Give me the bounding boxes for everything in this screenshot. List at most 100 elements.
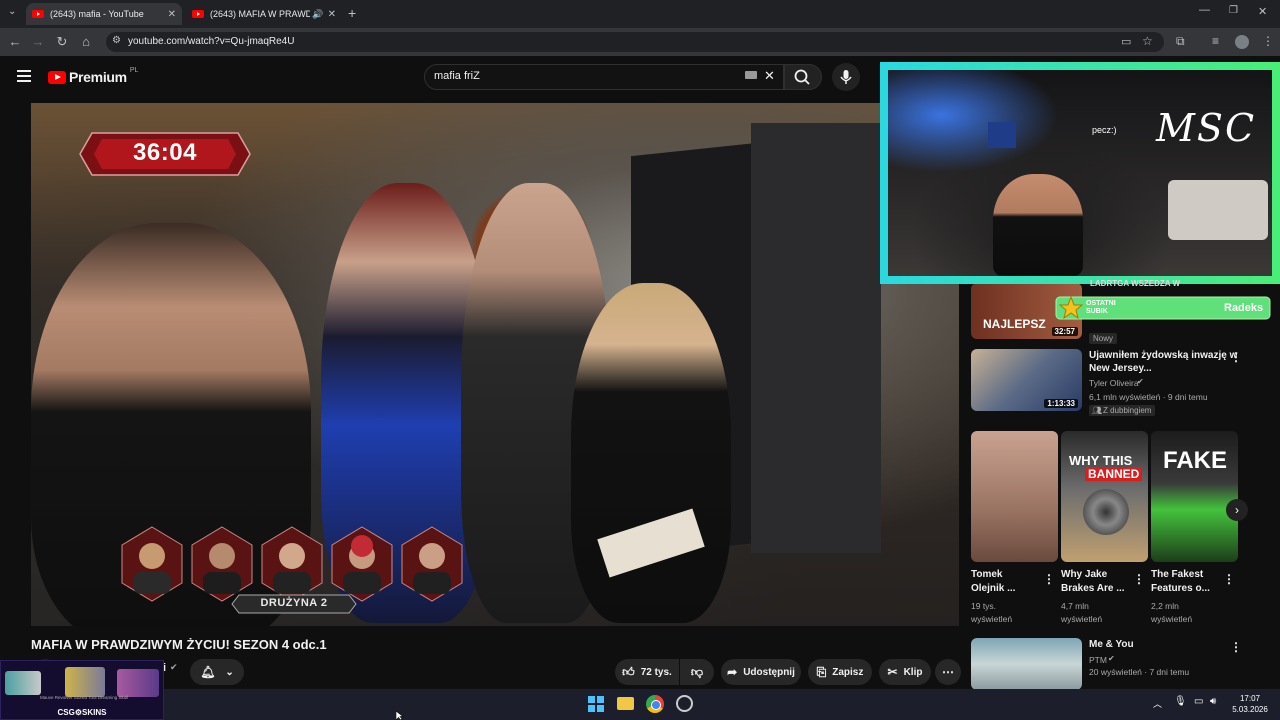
home-icon[interactable]: ⌂ bbox=[76, 32, 96, 52]
share-button[interactable]: ➦ Udostępnij bbox=[721, 659, 801, 685]
tray-chevron-icon[interactable]: ︿ bbox=[1153, 697, 1162, 710]
minimize-icon[interactable]: — bbox=[1199, 4, 1210, 16]
team-label: DRUŻYNA 2 bbox=[260, 597, 328, 609]
close-tab-icon[interactable]: ✕ bbox=[168, 9, 176, 20]
more-horizontal-icon: ⋯ bbox=[942, 665, 954, 679]
close-tab-icon[interactable]: ✕ bbox=[328, 9, 336, 20]
video-thumbnail[interactable]: 1:13:33 bbox=[971, 349, 1082, 411]
more-options-icon[interactable]: ⋮ bbox=[1230, 640, 1242, 654]
brake-disc-image bbox=[1083, 489, 1129, 535]
short-title[interactable]: Why Jake bbox=[1061, 568, 1107, 582]
keyboard-icon[interactable] bbox=[745, 71, 757, 79]
short-title-line2[interactable]: Brakes Are ... bbox=[1061, 582, 1125, 596]
tray-microphone-icon[interactable]: 🎙︎ bbox=[1174, 696, 1187, 707]
site-info-icon[interactable]: ⚙ bbox=[112, 35, 121, 46]
cast-icon[interactable]: ▭ bbox=[1121, 35, 1131, 48]
close-window-icon[interactable]: ✕ bbox=[1258, 5, 1267, 18]
more-options-icon[interactable]: ⋮ bbox=[1043, 572, 1055, 586]
more-options-icon[interactable]: ⋮ bbox=[1133, 572, 1145, 586]
more-options-icon[interactable]: ⋮ bbox=[1223, 572, 1235, 586]
forward-arrow-icon[interactable]: → bbox=[28, 32, 48, 52]
url-text[interactable]: youtube.com/watch?v=Qu-jmaqRe4U bbox=[128, 36, 294, 47]
related-video-title[interactable]: Ujawniłem żydowską inwazję w bbox=[1089, 349, 1237, 363]
voice-search-button[interactable] bbox=[832, 63, 860, 91]
like-count: 72 tys. bbox=[640, 666, 672, 678]
restore-icon[interactable]: ❐ bbox=[1229, 5, 1238, 16]
youtube-favicon-icon bbox=[192, 10, 204, 18]
related-video-title-line2[interactable]: New Jersey... bbox=[1089, 362, 1152, 376]
menu-kebab-icon[interactable]: ⋮ bbox=[1262, 34, 1274, 48]
related-video-title[interactable]: Me & You bbox=[1089, 638, 1134, 652]
thumbnail-text: BANNED bbox=[1085, 467, 1143, 481]
clip-button[interactable]: ✂ Klip bbox=[879, 659, 931, 685]
skin-item-image bbox=[117, 669, 159, 697]
speaker-icon[interactable]: 🔊 bbox=[312, 9, 323, 20]
reading-list-icon[interactable]: ≡ bbox=[1212, 34, 1219, 48]
back-arrow-icon[interactable]: ← bbox=[5, 32, 25, 52]
short-thumbnail[interactable]: WHY THIS BANNED bbox=[1061, 431, 1148, 562]
shelf-next-button[interactable]: › bbox=[1226, 499, 1248, 521]
sofa bbox=[1168, 180, 1268, 240]
extensions-icon[interactable]: ⧉ bbox=[1176, 34, 1185, 49]
save-button[interactable]: ⎘ Zapisz bbox=[808, 659, 872, 685]
short-title[interactable]: Tomek bbox=[971, 568, 1003, 582]
share-arrow-icon: ➦ bbox=[727, 665, 738, 679]
short-title-line2[interactable]: Olejnik ... bbox=[971, 582, 1015, 596]
tab-search-chevron-icon[interactable]: ⌄ bbox=[8, 6, 16, 17]
more-actions-button[interactable]: ⋯ bbox=[935, 659, 961, 685]
file-explorer-icon[interactable] bbox=[617, 697, 634, 710]
team-member-portrait bbox=[261, 526, 323, 602]
video-thumbnail[interactable] bbox=[971, 638, 1082, 690]
clear-search-icon[interactable]: ✕ bbox=[764, 68, 775, 84]
subscription-bell-button[interactable]: 🔔︎ ⌄ bbox=[190, 659, 244, 685]
dislike-button[interactable]: 👎︎ bbox=[680, 659, 714, 685]
reload-icon[interactable]: ↻ bbox=[52, 32, 72, 52]
webcam-note: pecz:) bbox=[1092, 125, 1117, 135]
tab-mafia-video[interactable]: (2643) MAFIA W PRAWDZIWYM ŻYCIU! SEZON 4… bbox=[186, 3, 342, 25]
logo-word: Premium bbox=[69, 69, 127, 85]
team-member-portrait bbox=[331, 526, 393, 602]
timer-text: 36:04 bbox=[133, 139, 197, 166]
clock-time: 17:07 bbox=[1239, 694, 1261, 703]
scissors-icon: ✂ bbox=[887, 665, 898, 679]
thumbnail-text: WHY THIS bbox=[1069, 453, 1133, 468]
profile-avatar[interactable] bbox=[1235, 35, 1249, 49]
tray-network-icon[interactable]: ▭ bbox=[1194, 696, 1203, 707]
tab-title: (2643) MAFIA W PRAWDZIWYM ŻYCIU! SEZON 4… bbox=[210, 9, 311, 19]
more-options-icon[interactable]: ⋮ bbox=[1230, 350, 1242, 364]
short-views-label: wyświetleń bbox=[971, 614, 1013, 624]
tab-title: (2643) mafia - YouTube bbox=[50, 9, 144, 19]
save-label: Zapisz bbox=[832, 666, 864, 678]
new-tab-plus-icon[interactable]: + bbox=[348, 5, 356, 21]
bookmark-star-icon[interactable]: ☆ bbox=[1142, 34, 1153, 48]
search-input-value[interactable]: mafia friZ bbox=[434, 70, 480, 82]
browser-tab-strip: ⌄ (2643) mafia - YouTube ✕ (2643) MAFIA … bbox=[0, 0, 1280, 28]
exhibit-panel-side bbox=[751, 123, 881, 553]
chrome-icon[interactable] bbox=[646, 695, 664, 713]
related-video-channel[interactable]: Tyler Oliveira bbox=[1089, 377, 1139, 390]
obs-icon[interactable] bbox=[676, 695, 693, 712]
short-title[interactable]: The Fakest bbox=[1151, 568, 1203, 582]
team-member-portrait bbox=[121, 526, 183, 602]
dubbing-badge-label: Z dubbingiem bbox=[1103, 406, 1152, 415]
verified-icon: ✔ bbox=[1137, 377, 1144, 386]
short-thumbnail[interactable] bbox=[971, 431, 1058, 562]
like-button[interactable]: 👍︎ 72 tys. bbox=[615, 659, 679, 685]
short-thumbnail[interactable]: FAKE bbox=[1151, 431, 1238, 562]
youtube-play-icon bbox=[48, 70, 66, 84]
hamburger-menu-icon[interactable] bbox=[17, 70, 31, 82]
tray-volume-icon[interactable]: 🔊︎ bbox=[1210, 696, 1216, 707]
tab-mafia-youtube[interactable]: (2643) mafia - YouTube ✕ bbox=[26, 3, 182, 25]
last-subscriber-label-line1: OSTATNI bbox=[1086, 300, 1116, 307]
taskbar-clock[interactable]: 17:07 5.03.2026 bbox=[1226, 693, 1274, 715]
video-duration: 1:13:33 bbox=[1044, 399, 1078, 408]
chevron-down-icon: ⌄ bbox=[225, 666, 234, 678]
short-views-label: wyświetleń bbox=[1151, 614, 1193, 624]
windows-start-icon[interactable] bbox=[588, 696, 604, 712]
streamer bbox=[993, 174, 1083, 276]
search-button[interactable] bbox=[784, 64, 822, 90]
youtube-premium-logo[interactable]: Premium PL bbox=[48, 67, 138, 85]
video-title: MAFIA W PRAWDZIWYM ŻYCIU! SEZON 4 odc.1 bbox=[31, 637, 327, 652]
short-title-line2[interactable]: Features o... bbox=[1151, 582, 1210, 596]
team-member-portrait bbox=[191, 526, 253, 602]
